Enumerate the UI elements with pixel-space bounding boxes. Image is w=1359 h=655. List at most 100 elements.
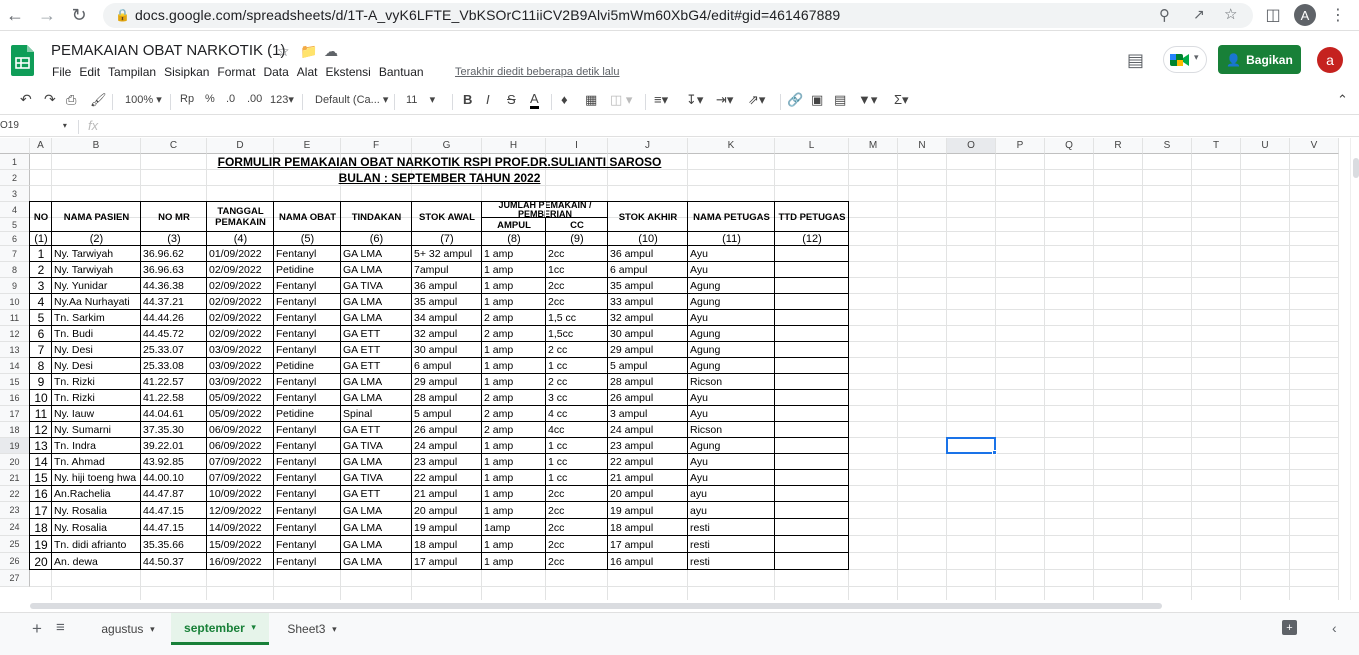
data-cell[interactable]: GA LMA (341, 502, 412, 519)
data-cell[interactable]: Ny. Sumarni (52, 422, 141, 438)
data-cell[interactable]: Fentanyl (274, 294, 341, 310)
data-cell[interactable]: Ny.Aa Nurhayati (52, 294, 141, 310)
column-header-g[interactable]: G (412, 138, 482, 154)
header-stok-awal[interactable]: STOK AWAL (412, 202, 482, 232)
data-cell[interactable]: Ny. Yunidar (52, 278, 141, 294)
row-header-15[interactable]: 15 (0, 374, 30, 390)
data-cell[interactable]: 2cc (546, 246, 608, 262)
data-cell[interactable]: 44.47.87 (141, 486, 207, 502)
data-cell[interactable]: 16 ampul (608, 553, 688, 570)
all-sheets-icon[interactable]: ≡ (56, 619, 65, 636)
vertical-align-icon[interactable]: ↧▾ (686, 92, 703, 108)
redo-icon[interactable]: ↷ (44, 91, 56, 108)
data-cell[interactable]: 35.35.66 (141, 536, 207, 553)
data-cell[interactable]: 16/09/2022 (207, 553, 274, 570)
vertical-scroll-thumb[interactable] (1353, 158, 1359, 178)
selected-cell[interactable] (946, 437, 996, 454)
data-cell[interactable]: 5 ampul (608, 358, 688, 374)
data-cell[interactable]: 2 amp (482, 390, 546, 406)
data-cell[interactable]: 1 amp (482, 246, 546, 262)
menu-format[interactable]: Format (217, 65, 255, 83)
row-header-17[interactable]: 17 (0, 406, 30, 422)
row-header-14[interactable]: 14 (0, 358, 30, 374)
italic-icon[interactable]: I (486, 92, 490, 107)
font-select[interactable]: Default (Ca... ▾ (315, 93, 388, 106)
font-size-select[interactable]: 11 ▾ (406, 93, 435, 106)
column-header-d[interactable]: D (207, 138, 274, 154)
column-header-r[interactable]: R (1094, 138, 1143, 154)
data-cell[interactable] (775, 342, 849, 358)
column-number[interactable]: (1) (30, 232, 52, 246)
data-cell[interactable] (775, 278, 849, 294)
data-cell[interactable]: Petidine (274, 358, 341, 374)
name-box[interactable]: O19 ▾ (0, 120, 67, 131)
data-cell[interactable]: 6 ampul (412, 358, 482, 374)
column-number[interactable]: (9) (546, 232, 608, 246)
column-number[interactable]: (11) (688, 232, 775, 246)
data-cell[interactable]: GA TIVA (341, 470, 412, 486)
column-number[interactable]: (5) (274, 232, 341, 246)
fill-handle[interactable] (992, 450, 997, 455)
formula-input[interactable] (110, 117, 1340, 137)
data-cell[interactable]: 34 ampul (412, 310, 482, 326)
data-cell[interactable]: Agung (688, 294, 775, 310)
data-cell[interactable]: 17 ampul (412, 553, 482, 570)
data-cell[interactable]: 2cc (546, 536, 608, 553)
data-cell[interactable]: Agung (688, 278, 775, 294)
forward-icon[interactable]: → (36, 4, 58, 26)
header-no-mr[interactable]: NO MR (141, 202, 207, 232)
row-header-10[interactable]: 10 (0, 294, 30, 310)
data-cell[interactable]: Ayu (688, 310, 775, 326)
column-header-p[interactable]: P (996, 138, 1045, 154)
insert-comment-icon[interactable]: ▣ (811, 92, 823, 108)
zoom-select[interactable]: 100% ▾ (125, 93, 162, 106)
data-cell[interactable]: 01/09/2022 (207, 246, 274, 262)
filter-icon[interactable]: ▼▾ (858, 92, 877, 108)
data-cell[interactable]: Ny. Rosalia (52, 502, 141, 519)
data-cell[interactable]: 44.47.15 (141, 519, 207, 536)
data-cell[interactable]: Fentanyl (274, 470, 341, 486)
share-page-icon[interactable]: ↗ (1193, 6, 1205, 23)
data-cell[interactable]: 07/09/2022 (207, 454, 274, 470)
column-header-j[interactable]: J (608, 138, 688, 154)
data-cell[interactable]: 2 amp (482, 326, 546, 342)
data-cell[interactable]: 2cc (546, 502, 608, 519)
meet-button[interactable]: ▾ (1163, 46, 1207, 73)
cloud-status-icon[interactable]: ☁ (324, 43, 338, 60)
column-number[interactable]: (2) (52, 232, 141, 246)
header-nama-petugas[interactable]: NAMA PETUGAS (688, 202, 775, 232)
data-cell[interactable]: Fentanyl (274, 519, 341, 536)
data-cell[interactable]: GA LMA (341, 553, 412, 570)
data-cell[interactable]: Agung (688, 438, 775, 454)
data-cell[interactable]: 03/09/2022 (207, 374, 274, 390)
data-cell[interactable]: 03/09/2022 (207, 358, 274, 374)
header-tanggal[interactable]: TANGGAL PEMAKAIN (207, 202, 274, 232)
spreadsheet-grid[interactable]: A B C D E F G H I J K L M N O P Q R S T U V 1 2 3 4 5 6 7 8 9 10 11 12 13 1… (0, 138, 1350, 600)
data-cell[interactable]: 35 ampul (608, 278, 688, 294)
data-cell[interactable]: 36 ampul (608, 246, 688, 262)
column-header-e[interactable]: E (274, 138, 341, 154)
data-cell[interactable]: GA LMA (341, 454, 412, 470)
data-cell[interactable]: Ny. Iauw (52, 406, 141, 422)
row-number-cell[interactable]: 6 (30, 326, 52, 342)
collapse-toolbar-icon[interactable]: ⌃ (1337, 92, 1348, 108)
header-nama-obat[interactable]: NAMA OBAT (274, 202, 341, 232)
data-cell[interactable]: 43.92.85 (141, 454, 207, 470)
merge-cells-icon[interactable]: ◫ ▾ (610, 92, 632, 108)
horizontal-scrollbar[interactable] (30, 602, 1350, 610)
data-cell[interactable]: 4cc (546, 422, 608, 438)
column-header-a[interactable]: A (30, 138, 52, 154)
menu-file[interactable]: File (52, 65, 71, 83)
row-number-cell[interactable]: 14 (30, 454, 52, 470)
data-cell[interactable]: 44.04.61 (141, 406, 207, 422)
row-number-cell[interactable]: 11 (30, 406, 52, 422)
sheets-logo-icon[interactable] (11, 45, 34, 76)
data-cell[interactable]: 07/09/2022 (207, 470, 274, 486)
data-cell[interactable]: Petidine (274, 406, 341, 422)
row-number-cell[interactable]: 1 (30, 246, 52, 262)
data-cell[interactable]: Ayu (688, 454, 775, 470)
row-header-18[interactable]: 18 (0, 422, 30, 438)
data-cell[interactable]: Petidine (274, 262, 341, 278)
text-color-icon[interactable]: A (530, 91, 539, 109)
data-cell[interactable]: 28 ampul (412, 390, 482, 406)
